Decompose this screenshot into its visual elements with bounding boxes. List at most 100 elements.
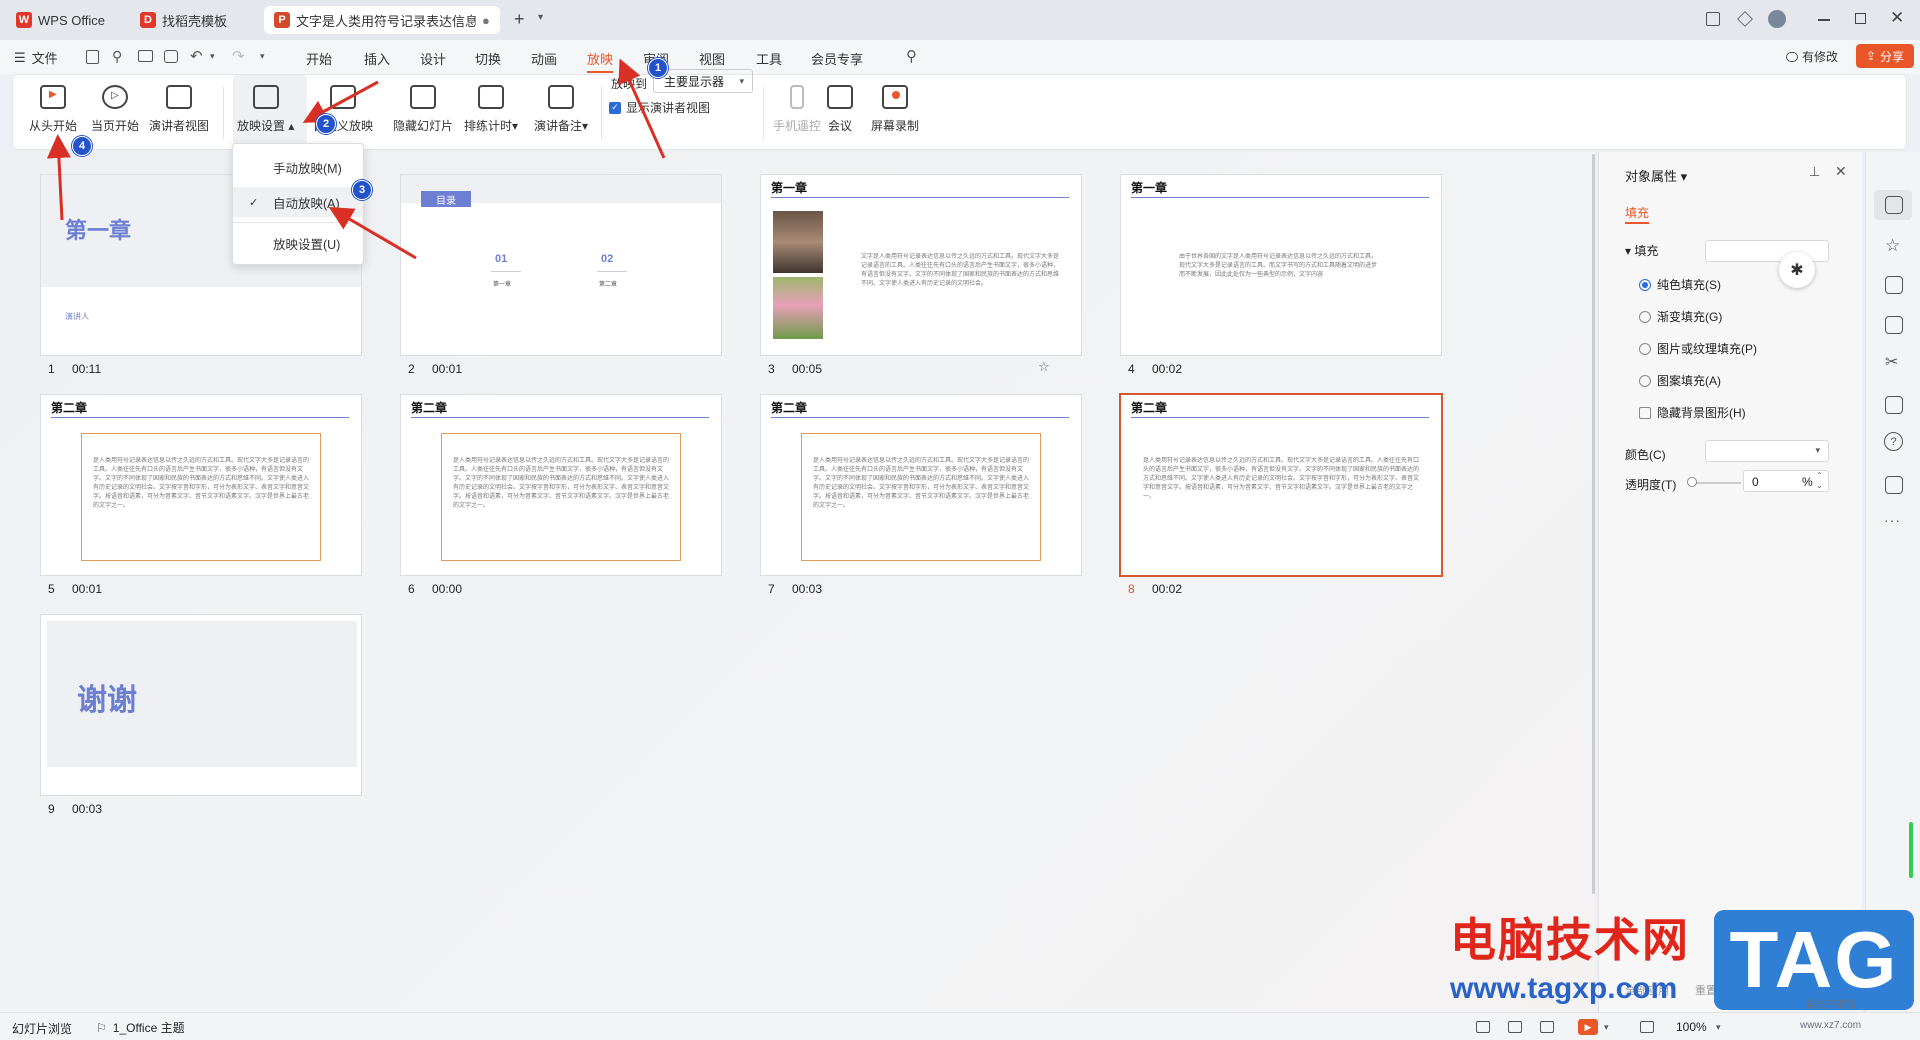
slide-thumbnail-3[interactable]: 第一章 文字是人类用符号记录表达信息以传之久远的方式和工具。现代文字大多是记录语… [760, 174, 1082, 356]
more-quick-access-icon[interactable]: ▾ [260, 51, 265, 62]
pin-icon[interactable]: ⊥ [1809, 164, 1820, 180]
checkbox-checked-icon: ✓ [609, 101, 621, 114]
normal-view-icon[interactable] [1476, 1021, 1490, 1033]
slide-thumbnail-8[interactable]: 第二章 是人类用符号记录表达信息以传之久远的方式和工具。现代文字大多是记录语言的… [1119, 393, 1443, 577]
window-layout-icon[interactable] [1706, 12, 1720, 26]
tab-fill[interactable]: 填充 [1625, 204, 1649, 221]
solid-fill-option[interactable]: 纯色填充(S) [1639, 276, 1721, 293]
transparency-slider-handle[interactable] [1687, 477, 1697, 487]
zoom-dropdown-icon[interactable]: ▾ [1716, 1022, 1721, 1033]
show-settings-option[interactable]: 放映设置(U) [233, 228, 363, 258]
presenter-view-label: 演讲者视图 [149, 119, 210, 133]
undo-dropdown-icon[interactable]: ▾ [210, 51, 215, 62]
menu-design[interactable]: 设计 [420, 49, 446, 68]
search-icon[interactable]: ⚲ [906, 47, 917, 65]
slide-thumbnail-7[interactable]: 第二章 是人类用符号记录表达信息以传之久远的方式和工具。现代文字大多是记录语言的… [760, 394, 1082, 576]
copy-layers-icon[interactable] [1885, 276, 1903, 294]
hide-slide-button[interactable]: 隐藏幻灯片 [393, 85, 453, 134]
menu-animation[interactable]: 动画 [531, 49, 557, 68]
speaker-notes-button[interactable]: 演讲备注▾ [534, 85, 588, 134]
close-panel-icon[interactable]: ✕ [1835, 163, 1847, 180]
play-slideshow-button[interactable]: ▶ [1578, 1019, 1598, 1035]
title-underline [771, 417, 1069, 418]
book-icon[interactable] [1885, 396, 1903, 414]
menu-tools[interactable]: 工具 [756, 49, 782, 68]
play-options-icon[interactable]: ▾ [1604, 1022, 1609, 1033]
play-from-start-icon: ▶ [40, 85, 66, 109]
slide-thumbnail-5[interactable]: 第二章 是人类用符号记录表达信息以传之久远的方式和工具。现代文字大多是记录语言的… [40, 394, 362, 576]
fit-window-icon[interactable] [1640, 1021, 1654, 1033]
redo-icon[interactable]: ↷ [232, 47, 245, 65]
image-edit-icon[interactable] [1885, 316, 1903, 334]
print-preview-icon[interactable] [164, 50, 178, 63]
slide-thumbnail-4[interactable]: 第一章 由于世界各国的文字是人类用符号记录表达信息以传之久远的方式和工具，现代文… [1120, 174, 1442, 356]
show-presenter-view-checkbox[interactable]: ✓ 显示演讲者视图 [609, 99, 710, 116]
tab-list-chevron-icon[interactable]: ▾ [538, 12, 543, 23]
menu-slideshow[interactable]: 放映 [587, 49, 613, 68]
menu-member[interactable]: 会员专享 [811, 49, 863, 68]
monitor-select[interactable]: 主要显示器 ▾ [653, 69, 753, 93]
auto-show-option[interactable]: ✓ 自动放映(A) [233, 187, 363, 217]
avatar[interactable] [1768, 10, 1786, 28]
tab-docer-templates[interactable]: D 找稻壳模板 [130, 6, 258, 34]
close-icon[interactable]: ✕ [1890, 8, 1904, 28]
slide-timing: 00:02 [1152, 362, 1183, 376]
show-settings-button[interactable]: 放映设置 ▴ [237, 85, 294, 134]
star-outline-icon[interactable]: ☆ [1885, 236, 1900, 256]
tab-current-document[interactable]: P 文字是人类用符号记录表达信息以 ● [264, 6, 500, 34]
has-changes-status[interactable]: 有修改 [1786, 48, 1838, 65]
undo-icon[interactable]: ↶ [190, 47, 203, 65]
gradient-fill-option[interactable]: 渐变填充(G) [1639, 308, 1722, 325]
pattern-fill-option[interactable]: 图案填充(A) [1639, 372, 1721, 389]
hide-bg-graphics-checkbox[interactable]: 隐藏背景图形(H) [1639, 404, 1746, 421]
title-underline [1131, 417, 1429, 418]
properties-sliders-icon[interactable] [1885, 196, 1903, 214]
more-icon[interactable]: ··· [1884, 512, 1901, 528]
menu-home[interactable]: 开始 [306, 49, 332, 68]
fill-section-header[interactable]: ▾ 填充 [1625, 242, 1658, 259]
print-icon[interactable] [138, 50, 153, 62]
transparency-input[interactable]: 0 % ⌃ ⌄ [1743, 470, 1829, 492]
zoom-level[interactable]: 100% [1676, 1020, 1707, 1034]
save-icon[interactable] [86, 50, 99, 64]
phone-remote-button[interactable]: 手机遥控 [773, 85, 821, 134]
theme-status[interactable]: ⚐ 1_Office 主题 [96, 1019, 185, 1036]
tab-wps-office[interactable]: W WPS Office [6, 6, 124, 34]
search-doc-icon[interactable]: ⚲ [112, 48, 122, 65]
progress-indicator [1909, 822, 1913, 878]
tab-label: 文字是人类用符号记录表达信息以 [296, 13, 476, 29]
tools-icon[interactable]: ✂ [1885, 352, 1898, 372]
transparency-value: 0 [1752, 475, 1759, 489]
screen-record-button[interactable]: 屏幕录制 [871, 85, 919, 134]
new-tab-icon[interactable]: + [514, 9, 525, 30]
puzzle-icon[interactable] [1885, 476, 1903, 494]
from-start-button[interactable]: ▶ 从头开始 [29, 85, 77, 134]
cube-icon[interactable] [1737, 11, 1753, 27]
share-button[interactable]: ⇪ 分享 [1856, 44, 1914, 68]
star-icon[interactable]: ☆ [1038, 359, 1050, 375]
panel-title[interactable]: 对象属性 ▾ [1625, 166, 1687, 185]
slide-thumbnail-9[interactable]: 谢谢 [40, 614, 362, 796]
file-menu[interactable]: ☰ 文件 [14, 48, 58, 67]
menu-insert[interactable]: 插入 [364, 49, 390, 68]
slide-thumbnail-6[interactable]: 第二章 是人类用符号记录表达信息以传之久远的方式和工具。现代文字大多是记录语言的… [400, 394, 722, 576]
meeting-button[interactable]: 会议 [827, 85, 853, 134]
from-current-button[interactable]: ▷ 当页开始 [91, 85, 139, 134]
rehearse-button[interactable]: 排练计时▾ [464, 85, 518, 134]
menu-transition[interactable]: 切换 [475, 49, 501, 68]
menu-view[interactable]: 视图 [699, 49, 725, 68]
minimize-icon[interactable] [1818, 19, 1830, 21]
workspace-scrollbar[interactable] [1592, 154, 1595, 894]
help-icon[interactable]: ? [1884, 432, 1903, 451]
assistant-floating-icon[interactable]: ✱ [1779, 252, 1815, 288]
reading-view-icon[interactable] [1540, 1021, 1554, 1033]
maximize-icon[interactable] [1855, 13, 1866, 24]
presenter-view-button[interactable]: 演讲者视图 [149, 85, 209, 134]
color-picker-select[interactable]: ▾ [1705, 440, 1829, 462]
picture-fill-option[interactable]: 图片或纹理填充(P) [1639, 340, 1757, 357]
slide-number: 1 [48, 362, 55, 376]
manual-show-option[interactable]: 手动放映(M) [233, 152, 363, 182]
hamburger-icon: ☰ [14, 49, 26, 65]
sorter-view-icon[interactable] [1508, 1021, 1522, 1033]
slide-thumbnail-2[interactable]: 目录 01 第一章 02 第二章 [400, 174, 722, 356]
